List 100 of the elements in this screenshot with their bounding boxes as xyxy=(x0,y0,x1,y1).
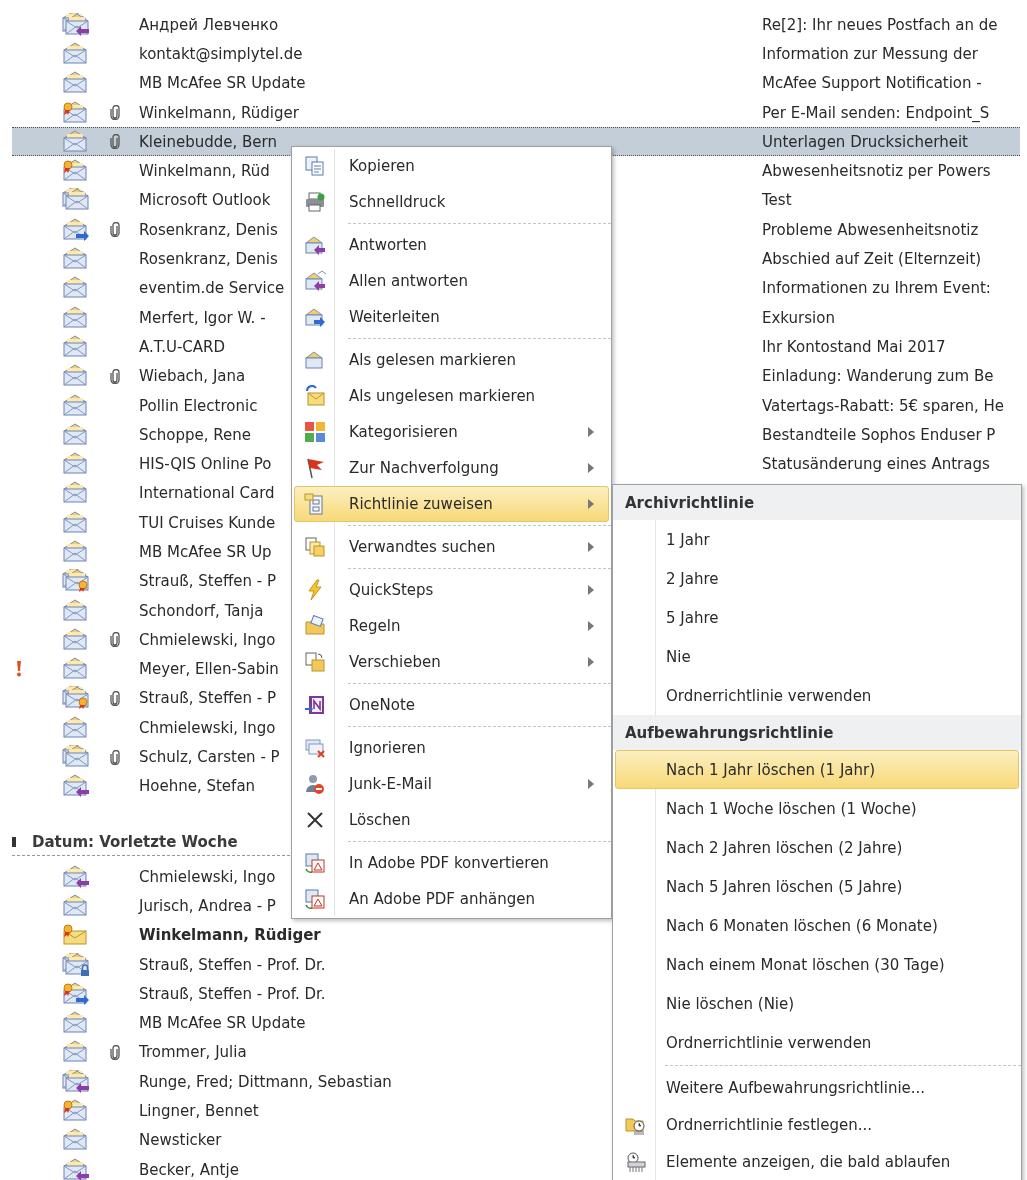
envelope-icon xyxy=(62,41,90,66)
menu-item[interactable]: QuickSteps xyxy=(294,572,609,608)
message-subject: Probleme Abwesenheitsnotiz xyxy=(762,220,979,239)
envelope-icon xyxy=(62,422,90,447)
menu-item[interactable]: Als ungelesen markieren xyxy=(294,378,609,414)
stacked-envelopes-left-arrow-icon xyxy=(62,12,90,37)
submenu-arrow-icon xyxy=(588,499,594,509)
envelope-ribbon-icon xyxy=(62,100,90,125)
submenu-arrow-icon xyxy=(588,621,594,631)
menu-item[interactable]: Antworten xyxy=(294,227,609,263)
menu-item[interactable]: 2 Jahre xyxy=(615,559,1019,598)
menu-item[interactable]: Nach einem Monat löschen (30 Tage) xyxy=(615,945,1019,984)
envelope-icon xyxy=(62,305,90,330)
message-subject: Unterlagen Drucksicherheit xyxy=(762,132,968,151)
sender-name: Андрей Левченко xyxy=(138,15,279,34)
menu-item[interactable]: Richtlinie zuweisen xyxy=(294,486,609,522)
menu-item[interactable]: Nie xyxy=(615,637,1019,676)
sender-name: Rosenkranz, Denis xyxy=(138,220,278,239)
sender-name: Schoppe, Rene xyxy=(138,425,251,444)
menu-item[interactable]: Als gelesen markieren xyxy=(294,342,609,378)
envelope-icon xyxy=(62,393,90,418)
message-subject: Abschied auf Zeit (Elternzeit) xyxy=(762,250,982,268)
submenu-arrow-icon xyxy=(588,657,594,667)
menu-item[interactable]: 1 Jahr xyxy=(615,520,1019,559)
menu-item[interactable]: Zur Nachverfolgung xyxy=(294,450,609,486)
message-subject: Exkursion xyxy=(762,308,835,327)
menu-item[interactable]: In Adobe PDF konvertieren xyxy=(294,845,609,881)
sender-name: Hoehne, Stefan xyxy=(138,777,256,796)
envelope-left-arrow-icon xyxy=(62,1157,90,1180)
menu-item[interactable]: An Adobe PDF anhängen xyxy=(294,881,609,917)
sender-name: Winkelmann, Rüdiger xyxy=(138,103,299,122)
menu-item[interactable]: Schnelldruck xyxy=(294,184,609,220)
closed-envelope-icon xyxy=(304,385,326,407)
envelope-icon xyxy=(62,247,90,271)
envelope-icon xyxy=(62,715,90,740)
menu-item[interactable]: Löschen xyxy=(294,802,609,838)
envelope-icon xyxy=(62,540,90,564)
stacked-envelopes-icon xyxy=(62,745,90,770)
sender-name: Pollin Electronic xyxy=(138,396,258,415)
menu-item[interactable]: OneNote xyxy=(294,687,609,723)
submenu-arrow-icon xyxy=(588,542,594,552)
menu-item[interactable]: Regeln xyxy=(294,608,609,644)
menu-item[interactable]: Nach 5 Jahren löschen (5 Jahre) xyxy=(615,867,1019,906)
envelope-ribbon-right-arrow-icon xyxy=(62,981,90,1006)
menu-item[interactable]: Verschieben xyxy=(294,644,609,680)
menu-item[interactable]: Verwandtes suchen xyxy=(294,529,609,565)
menu-item[interactable]: Allen antworten xyxy=(294,263,609,299)
menu-item[interactable]: Nach 2 Jahren löschen (2 Jahre) xyxy=(615,828,1019,867)
menu-item[interactable]: Nach 1 Jahr löschen (1 Jahr) xyxy=(615,750,1019,789)
submenu-arrow-icon xyxy=(588,585,594,595)
envelope-icon xyxy=(62,598,90,623)
sender-name: Jurisch, Andrea - P xyxy=(137,896,276,915)
menu-item[interactable]: Ignorieren xyxy=(294,730,609,766)
person-blocked-icon xyxy=(304,773,326,795)
notebook-icon xyxy=(304,694,326,716)
sender-name: Runge, Fred; Dittmann, Sebastian xyxy=(138,1072,392,1091)
sender-name: Newsticker xyxy=(138,1131,222,1150)
menu-item[interactable]: Elemente anzeigen, die bald ablaufen xyxy=(615,1143,1019,1180)
message-subject: Per E-Mail senden: Endpoint_S xyxy=(762,103,990,122)
menu-item[interactable]: 5 Jahre xyxy=(615,598,1019,637)
sender-name: Rosenkranz, Denis xyxy=(138,250,278,268)
color-grid-icon xyxy=(304,421,326,443)
sender-name: MB McAfee SR Update xyxy=(138,74,306,93)
group-heading: Datum: Vorletzte Woche xyxy=(32,833,238,851)
menu-item[interactable]: Ordnerrichtlinie verwenden xyxy=(615,676,1019,715)
menu-item[interactable]: Nie löschen (Nie) xyxy=(615,984,1019,1023)
message-subject: Abwesenheitsnotiz per Powers xyxy=(762,162,991,181)
sender-name: Chmielewski, Ingo xyxy=(138,630,276,649)
sender-name: MB McAfee SR Update xyxy=(138,1014,306,1033)
menu-item[interactable]: Junk-E-Mail xyxy=(294,766,609,802)
open-envelope-icon xyxy=(304,349,326,371)
sender-name: kontakt@simplytel.de xyxy=(138,44,303,63)
message-subject: Re[2]: Ihr neues Postfach an de xyxy=(762,15,998,34)
sender-name: Kleinebudde, Bern xyxy=(138,132,277,151)
menu-item[interactable]: Kategorisieren xyxy=(294,414,609,450)
envelope-icon xyxy=(62,481,90,506)
envelope-icon xyxy=(62,129,90,154)
sender-name: Schondorf, Tanja xyxy=(138,601,264,620)
sender-name: HIS-QIS Online Po xyxy=(138,455,272,474)
sender-name: Meyer, Ellen-Sabin xyxy=(138,660,279,679)
envelope-icon xyxy=(62,1128,90,1153)
menu-item[interactable]: Nach 6 Monaten löschen (6 Monate) xyxy=(615,906,1019,945)
envelope-icon xyxy=(62,1040,90,1065)
menu-item[interactable]: Nach 1 Woche löschen (1 Woche) xyxy=(615,789,1019,828)
envelope-ribbon-icon xyxy=(62,159,90,184)
message-subject: Einladung: Wanderung zum Be xyxy=(762,367,994,386)
sender-name: Merfert, Igor W. - xyxy=(138,308,266,327)
menu-item[interactable]: Weiterleiten xyxy=(294,299,609,335)
sender-name: Strauß, Steffen - P xyxy=(138,689,276,708)
message-subject: Informationen zu Ihrem Event: xyxy=(762,279,991,298)
sender-name: Microsoft Outlook xyxy=(138,191,271,210)
folder-icon xyxy=(304,615,326,637)
sender-name: TUI Cruises Kunde xyxy=(138,513,276,532)
stacked-envelopes-icon xyxy=(62,188,90,213)
menu-item[interactable]: Ordnerrichtlinie verwenden xyxy=(615,1023,1019,1062)
stacked-envelopes-ribbon-icon xyxy=(62,569,90,594)
submenu-arrow-icon xyxy=(588,427,594,437)
message-subject: McAfee Support Notification - xyxy=(762,74,982,93)
menu-item[interactable]: Ordnerrichtlinie festlegen... xyxy=(615,1106,1019,1143)
menu-item[interactable]: Weitere Aufbewahrungsrichtlinie... xyxy=(615,1069,1019,1106)
